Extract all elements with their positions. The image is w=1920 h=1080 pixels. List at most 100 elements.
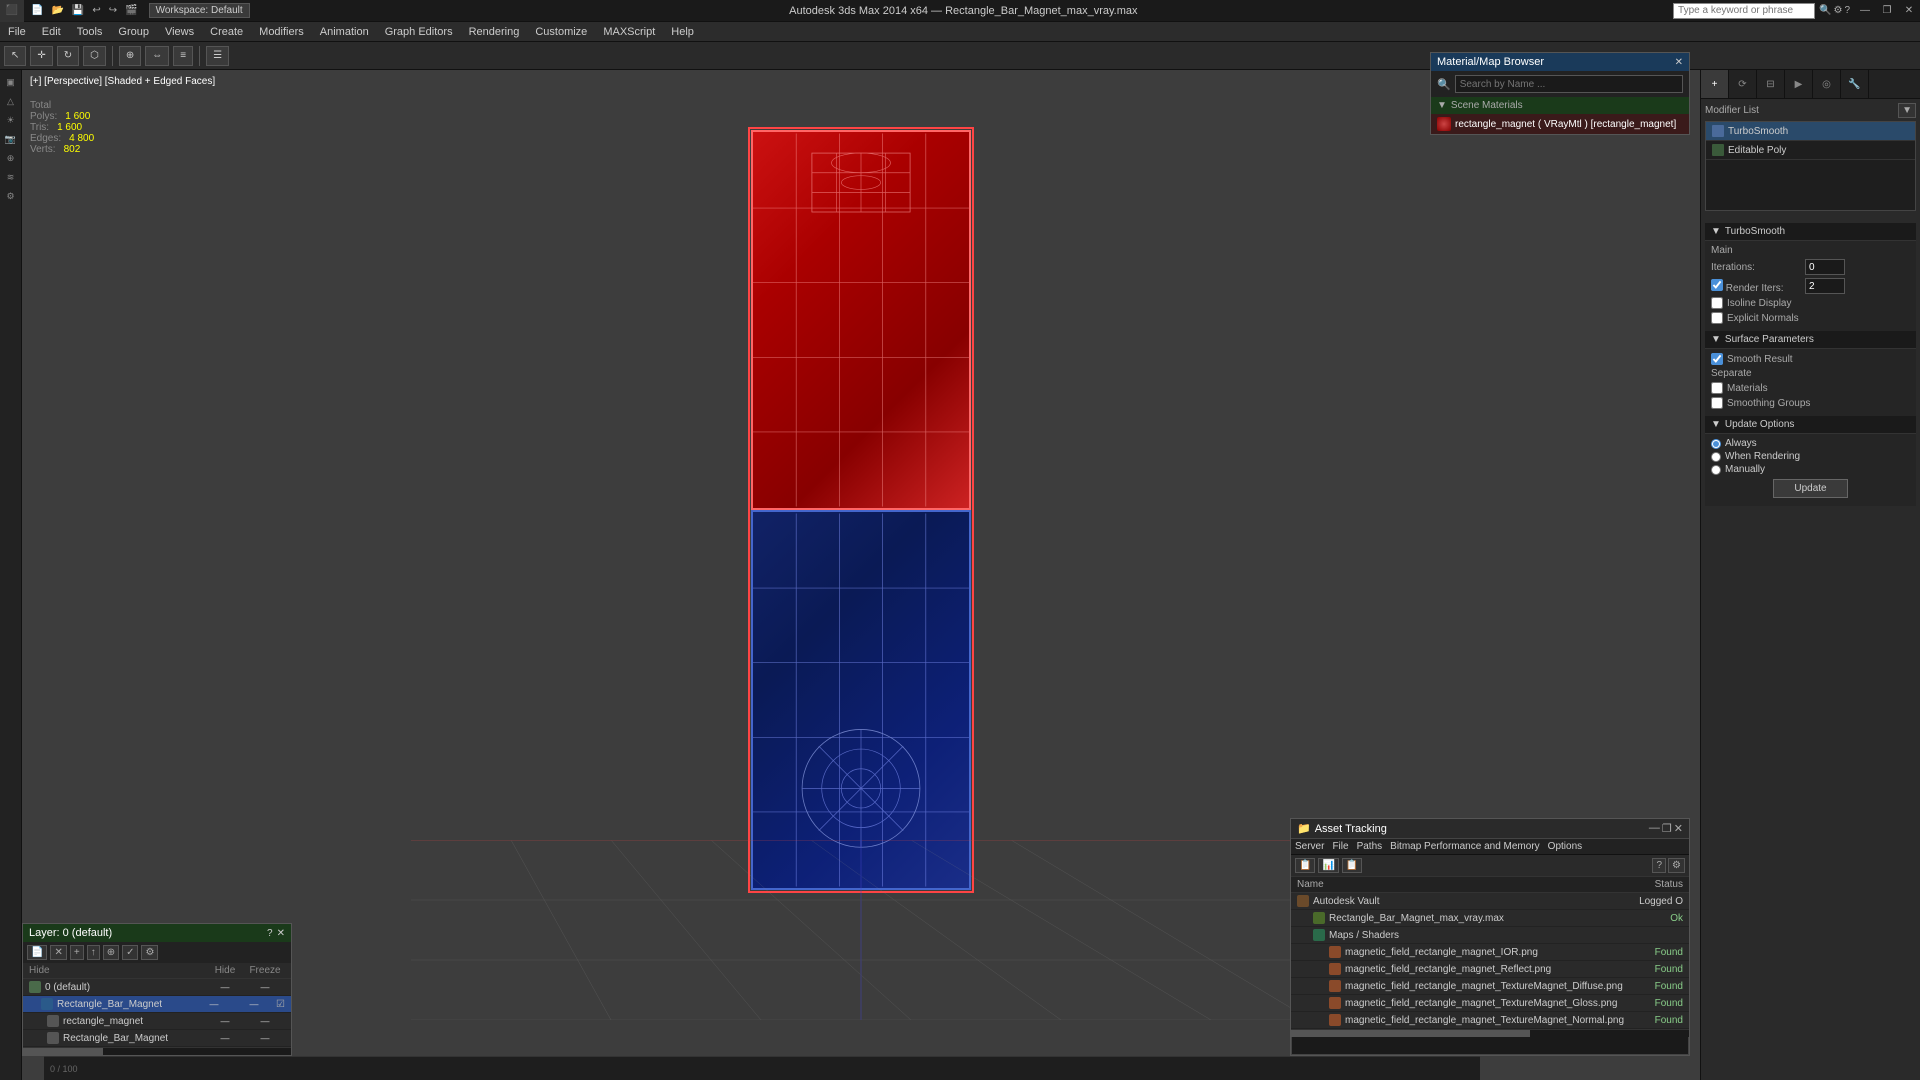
at-menu-file[interactable]: File xyxy=(1332,841,1348,852)
open-btn[interactable]: 📂 xyxy=(48,4,66,17)
layer-row-rectangle-bar-magnet[interactable]: Rectangle_Bar_Magnet — — ☑ xyxy=(23,996,291,1013)
smoothing-groups-checkbox[interactable] xyxy=(1711,397,1723,409)
update-options-header[interactable]: ▼ Update Options xyxy=(1705,416,1916,434)
menu-edit[interactable]: Edit xyxy=(34,24,69,40)
modifier-editable-poly[interactable]: Editable Poly xyxy=(1706,141,1915,160)
at-settings-btn[interactable]: ⚙ xyxy=(1668,858,1685,873)
redo-btn[interactable]: ↪ xyxy=(106,4,120,17)
material-item[interactable]: rectangle_magnet ( VRayMtl ) [rectangle_… xyxy=(1431,114,1689,134)
at-row-maps[interactable]: Maps / Shaders xyxy=(1291,927,1689,944)
always-radio[interactable]: Always xyxy=(1711,438,1910,449)
search-box[interactable] xyxy=(1673,3,1815,19)
manually-radio-input[interactable] xyxy=(1711,465,1721,475)
smooth-result-checkbox[interactable] xyxy=(1711,353,1723,365)
layer-row-rectangle-bar[interactable]: Rectangle_Bar_Magnet — — xyxy=(23,1030,291,1047)
undo-btn[interactable]: ↩ xyxy=(89,4,103,17)
layers-close-btn[interactable]: ✕ xyxy=(277,928,285,939)
layer-btn[interactable]: ☰ xyxy=(206,46,229,66)
save-btn[interactable]: 💾 xyxy=(69,4,87,17)
render-btn[interactable]: 🎬 xyxy=(122,4,140,17)
shapes-icon[interactable]: △ xyxy=(4,93,17,110)
help-icon[interactable]: ? xyxy=(1844,5,1850,16)
minimize-button[interactable]: — xyxy=(1854,0,1876,22)
at-btn-3[interactable]: 📋 xyxy=(1342,858,1362,873)
surface-params-header[interactable]: ▼ Surface Parameters xyxy=(1705,331,1916,349)
when-rendering-radio[interactable]: When Rendering xyxy=(1711,451,1910,462)
turbosmooth-header[interactable]: ▼ TurboSmooth xyxy=(1705,223,1916,241)
at-menu-paths[interactable]: Paths xyxy=(1357,841,1383,852)
menu-maxscript[interactable]: MAXScript xyxy=(595,24,663,40)
update-button[interactable]: Update xyxy=(1773,479,1847,498)
at-btn-2[interactable]: 📊 xyxy=(1318,858,1338,873)
cameras-icon[interactable]: 📷 xyxy=(2,131,19,148)
at-help-btn[interactable]: ? xyxy=(1652,858,1666,873)
menu-help[interactable]: Help xyxy=(663,24,702,40)
helpers-icon[interactable]: ⊕ xyxy=(4,150,18,167)
scale-btn[interactable]: ⬡ xyxy=(83,46,106,66)
display-tab[interactable]: ◎ xyxy=(1813,70,1841,98)
at-row-tex4[interactable]: magnetic_field_rectangle_magnet_TextureM… xyxy=(1291,995,1689,1012)
menu-group[interactable]: Group xyxy=(110,24,157,40)
layer-select-btn[interactable]: ✓ xyxy=(122,945,138,960)
menu-views[interactable]: Views xyxy=(157,24,202,40)
restore-button[interactable]: ❐ xyxy=(1876,0,1898,22)
at-menu-server[interactable]: Server xyxy=(1295,841,1324,852)
new-btn[interactable]: 📄 xyxy=(28,4,46,17)
magnet-3d-object[interactable] xyxy=(751,130,971,890)
at-menu-options[interactable]: Options xyxy=(1548,841,1582,852)
menu-rendering[interactable]: Rendering xyxy=(461,24,528,40)
modifier-list-box[interactable]: TurboSmooth Editable Poly xyxy=(1705,121,1916,211)
manually-radio[interactable]: Manually xyxy=(1711,464,1910,475)
move-btn[interactable]: ✛ xyxy=(30,46,52,66)
menu-customize[interactable]: Customize xyxy=(527,24,595,40)
at-menu-bitmap[interactable]: Bitmap Performance and Memory xyxy=(1390,841,1540,852)
create-geo-icon[interactable]: ▣ xyxy=(3,74,18,91)
settings-icon[interactable]: ⚙ xyxy=(1833,5,1842,16)
scene-materials-label[interactable]: ▼ Scene Materials xyxy=(1431,97,1689,114)
layer-delete-btn[interactable]: ✕ xyxy=(50,945,66,960)
layer-merge-btn[interactable]: ⊕ xyxy=(103,945,119,960)
at-restore-btn[interactable]: ❐ xyxy=(1662,822,1672,835)
layer-row-rectangle-magnet[interactable]: rectangle_magnet — — xyxy=(23,1013,291,1030)
menu-tools[interactable]: Tools xyxy=(69,24,111,40)
select-btn[interactable]: ↖ xyxy=(4,46,26,66)
close-button[interactable]: ✕ xyxy=(1898,0,1920,22)
menu-animation[interactable]: Animation xyxy=(312,24,377,40)
mat-browser-search[interactable] xyxy=(1455,75,1683,93)
menu-create[interactable]: Create xyxy=(202,24,251,40)
layers-scrollbar-thumb[interactable] xyxy=(23,1048,103,1056)
systems-icon[interactable]: ⚙ xyxy=(3,188,17,205)
layer-add-obj-btn[interactable]: + xyxy=(70,945,84,960)
search-input[interactable] xyxy=(1674,4,1814,18)
menu-graph-editors[interactable]: Graph Editors xyxy=(377,24,461,40)
align-btn[interactable]: ≡ xyxy=(173,46,193,66)
iterations-input[interactable] xyxy=(1805,259,1845,275)
timeline[interactable]: 0 / 100 xyxy=(44,1056,1480,1080)
mat-browser-close[interactable]: ✕ xyxy=(1675,57,1683,68)
hierarchy-tab[interactable]: ⊟ xyxy=(1757,70,1785,98)
utilities-tab[interactable]: 🔧 xyxy=(1841,70,1869,98)
create-tab[interactable]: + xyxy=(1701,70,1729,98)
spacewarps-icon[interactable]: ≋ xyxy=(4,169,18,186)
render-iters-checkbox[interactable] xyxy=(1711,279,1723,291)
layer-up-btn[interactable]: ↑ xyxy=(87,945,100,960)
rotate-btn[interactable]: ↻ xyxy=(57,46,79,66)
at-scrollbar[interactable] xyxy=(1291,1029,1689,1037)
at-close-btn[interactable]: ✕ xyxy=(1674,822,1683,835)
mirror-btn[interactable]: ⇔ xyxy=(145,46,169,66)
modifier-turbosmooth[interactable]: TurboSmooth xyxy=(1706,122,1915,141)
workspace-selector[interactable]: Workspace: Default xyxy=(149,3,250,18)
at-row-vault[interactable]: Autodesk Vault Logged O xyxy=(1291,893,1689,910)
modify-tab[interactable]: ⟳ xyxy=(1729,70,1757,98)
materials-checkbox[interactable] xyxy=(1711,382,1723,394)
at-row-tex3[interactable]: magnetic_field_rectangle_magnet_TextureM… xyxy=(1291,978,1689,995)
layer-add-btn[interactable]: 📄 xyxy=(27,945,47,960)
always-radio-input[interactable] xyxy=(1711,439,1721,449)
menu-modifiers[interactable]: Modifiers xyxy=(251,24,312,40)
layers-scrollbar[interactable] xyxy=(23,1047,291,1055)
at-minimize-btn[interactable]: — xyxy=(1649,822,1660,835)
at-row-tex5[interactable]: magnetic_field_rectangle_magnet_TextureM… xyxy=(1291,1012,1689,1029)
search-icon[interactable]: 🔍 xyxy=(1819,5,1831,16)
isoline-checkbox[interactable] xyxy=(1711,297,1723,309)
menu-file[interactable]: File xyxy=(0,24,34,40)
